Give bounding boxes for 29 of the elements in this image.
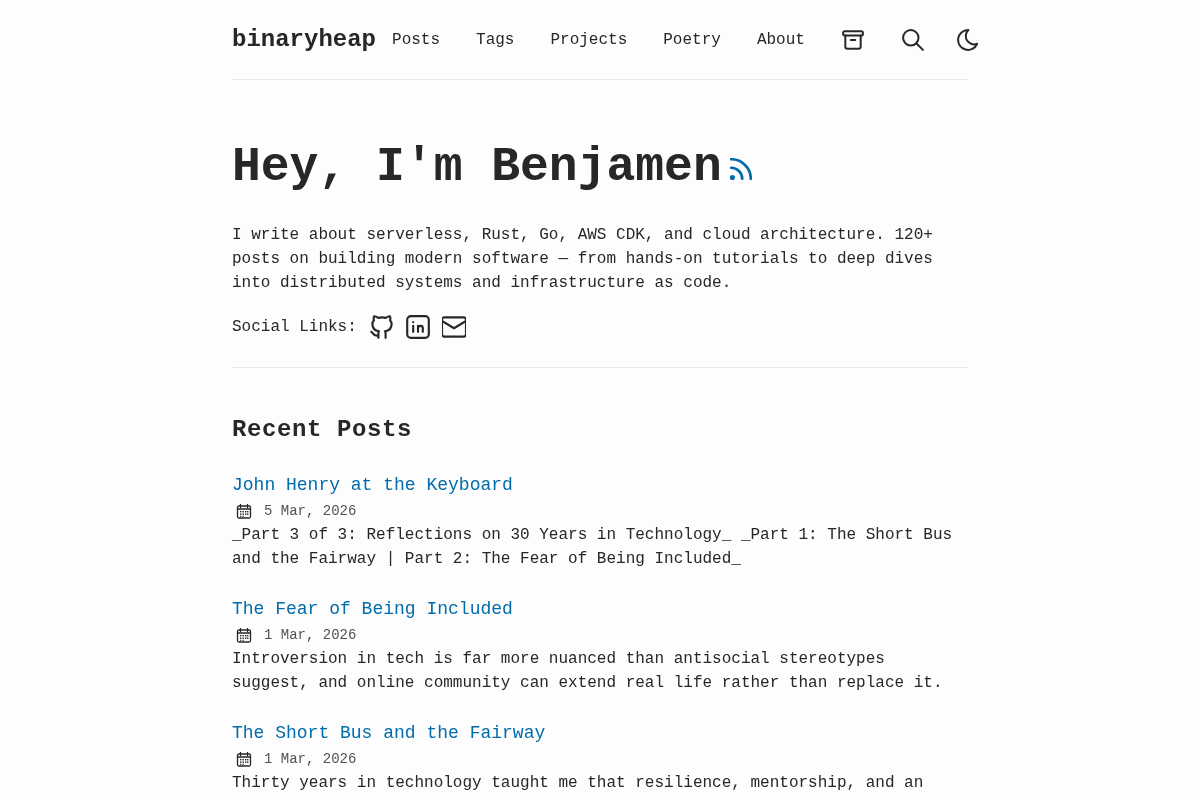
nav-link[interactable]: About	[756, 27, 805, 52]
rss-icon[interactable]	[729, 158, 752, 180]
linkedin-icon[interactable]	[405, 315, 430, 339]
moon-icon[interactable]	[956, 28, 979, 51]
post-title-link[interactable]: The Fear of Being Included	[232, 595, 513, 623]
post-description: Introversion in tech is far more nuanced than antisocial stereotypes suggest, and online community can extend real life rather than replace it.	[232, 649, 944, 694]
nav-link[interactable]: Posts	[392, 27, 441, 52]
github-icon[interactable]	[369, 315, 394, 339]
section-heading: Recent Posts	[232, 415, 414, 445]
nav-link[interactable]: Projects	[550, 27, 628, 52]
post-description: _Part 3 of 3: Reflections on 30 Years in Technology_ _Part 1: The Short Bus and the Fairway | Part 2: The Fear of Being Included_	[232, 525, 954, 570]
nav-link[interactable]: Tags	[476, 27, 515, 52]
page-heading: Hey, I'm Benjamen	[232, 140, 722, 194]
post-title-link[interactable]: The Short Bus and the Fairway	[232, 719, 546, 747]
post-date: 1 Mar, 2026	[264, 750, 357, 769]
search-icon[interactable]	[901, 28, 924, 51]
nav-link[interactable]: Poetry	[663, 27, 721, 52]
intro-paragraph: I write about serverless, Rust, Go, AWS CDK, and cloud architecture. 120+ posts on building modern software — from hands-on tutorials to deep dives into distributed systems and infrastructure as code.	[232, 225, 934, 294]
social-links-label: Social Links:	[232, 317, 357, 338]
post-date: 5 Mar, 2026	[264, 502, 357, 521]
archive-icon[interactable]	[841, 28, 864, 51]
post-description: Thirty years in technology taught me that resilience, mentorship, and an	[232, 773, 925, 794]
site-logo[interactable]: binaryheap	[232, 23, 377, 56]
post-date: 1 Mar, 2026	[264, 626, 357, 645]
calendar-icon	[236, 751, 252, 767]
post-title-link[interactable]: John Henry at the Keyboard	[232, 471, 513, 499]
calendar-icon	[236, 627, 252, 643]
calendar-icon	[236, 503, 252, 519]
mail-icon[interactable]	[441, 315, 466, 339]
